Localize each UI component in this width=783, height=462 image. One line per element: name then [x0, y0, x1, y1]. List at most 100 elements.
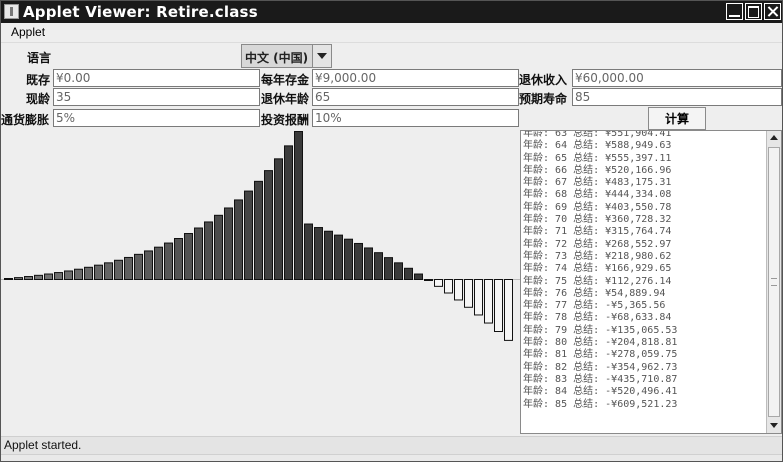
result-age-label: 年龄:	[523, 250, 556, 262]
result-total: ¥112,276.14	[605, 275, 672, 287]
result-total: ¥166,929.65	[605, 263, 672, 275]
bar-age-75	[404, 267, 413, 281]
bar-age-59	[244, 190, 253, 280]
bar-age-72	[374, 252, 383, 280]
retirement-income-field[interactable]: ¥60,000.00	[572, 69, 782, 87]
menu-applet[interactable]: Applet	[11, 25, 45, 39]
investment-return-field[interactable]: 10%	[312, 109, 519, 127]
savings-field[interactable]: ¥0.00	[53, 69, 260, 87]
bar-age-40	[54, 272, 63, 281]
result-total-label: 总结:	[573, 398, 606, 410]
bar-age-43	[84, 266, 93, 281]
result-age: 72	[555, 238, 574, 250]
java-app-icon[interactable]	[4, 4, 19, 19]
result-total: -¥354,962.73	[605, 361, 678, 373]
minimize-icon[interactable]	[726, 3, 743, 20]
scroll-thumb[interactable]	[768, 147, 780, 417]
result-line: 年龄: 76 总结: ¥54,889.94	[523, 288, 763, 300]
result-age-label: 年龄:	[523, 189, 556, 201]
bar-age-58	[234, 199, 243, 280]
bar-age-77	[424, 279, 433, 281]
bar-age-61	[264, 170, 273, 280]
bar-age-47	[124, 256, 133, 280]
result-line: 年龄: 85 总结: -¥609,521.23	[523, 399, 763, 411]
language-combo[interactable]: 中文 (中国)	[241, 44, 332, 68]
bar-age-63	[284, 145, 293, 281]
result-total: ¥54,889.94	[605, 287, 666, 299]
vertical-scrollbar[interactable]	[766, 131, 781, 433]
bar-age-37	[24, 276, 33, 280]
result-age: 83	[555, 373, 574, 385]
bar-age-68	[334, 234, 343, 280]
bar-age-85	[504, 279, 513, 341]
bar-age-55	[204, 221, 213, 281]
bar-age-54	[194, 227, 203, 280]
bar-age-83	[484, 279, 493, 324]
bar-age-78	[434, 279, 443, 287]
title-bar[interactable]: Applet Viewer: Retire.class	[1, 1, 782, 23]
result-total: -¥520,496.41	[605, 386, 678, 398]
result-total-label: 总结:	[573, 130, 606, 139]
result-total-label: 总结:	[573, 386, 606, 398]
result-line: 年龄: 73 总结: ¥218,980.62	[523, 251, 763, 263]
bar-age-46	[114, 259, 123, 280]
result-age-label: 年龄:	[523, 361, 556, 373]
result-age: 84	[555, 386, 574, 398]
result-age: 66	[555, 164, 574, 176]
result-line: 年龄: 70 总结: ¥360,728.32	[523, 214, 763, 226]
result-total-label: 总结:	[573, 177, 606, 189]
result-age-label: 年龄:	[523, 152, 556, 164]
result-age-label: 年龄:	[523, 177, 556, 189]
bar-age-70	[354, 242, 363, 280]
annual-contribution-field[interactable]: ¥9,000.00	[312, 69, 519, 87]
bar-age-84	[494, 279, 503, 332]
result-age: 68	[555, 189, 574, 201]
result-line: 年龄: 66 总结: ¥520,166.96	[523, 165, 763, 177]
window-title: Applet Viewer: Retire.class	[23, 3, 258, 21]
result-age-label: 年龄:	[523, 324, 556, 336]
bar-age-44	[94, 264, 103, 280]
result-age: 71	[555, 226, 574, 238]
chevron-down-icon[interactable]	[312, 45, 331, 67]
savings-bar-chart	[1, 130, 521, 438]
result-total-label: 总结:	[573, 238, 606, 250]
scroll-up-icon[interactable]	[767, 131, 781, 145]
result-age: 82	[555, 361, 574, 373]
status-bar: Applet started.	[1, 436, 782, 454]
life-expectancy-label: 预期寿命	[519, 92, 568, 106]
maximize-icon[interactable]	[745, 3, 762, 20]
result-line: 年龄: 65 总结: ¥555,397.11	[523, 153, 763, 165]
result-age: 80	[555, 337, 574, 349]
compute-button[interactable]: 计算	[648, 107, 706, 130]
result-line: 年龄: 63 总结: ¥551,904.41	[523, 130, 763, 140]
result-total: ¥315,764.74	[605, 226, 672, 238]
bar-age-39	[44, 273, 53, 280]
result-age-label: 年龄:	[523, 130, 556, 139]
result-line: 年龄: 84 总结: -¥520,496.41	[523, 386, 763, 398]
result-age: 79	[555, 324, 574, 336]
life-expectancy-field[interactable]: 85	[572, 88, 782, 106]
result-age-label: 年龄:	[523, 312, 556, 324]
bar-age-45	[104, 262, 113, 281]
language-label: 语言	[27, 51, 52, 65]
current-age-field[interactable]: 35	[53, 88, 260, 106]
bar-age-42	[74, 268, 83, 281]
result-line: 年龄: 67 总结: ¥483,175.31	[523, 177, 763, 189]
retirement-age-field[interactable]: 65	[312, 88, 519, 106]
result-age: 67	[555, 177, 574, 189]
retirement-income-label: 退休收入	[519, 73, 568, 87]
result-age-label: 年龄:	[523, 164, 556, 176]
scroll-down-icon[interactable]	[767, 419, 781, 433]
result-line: 年龄: 78 总结: -¥68,633.84	[523, 312, 763, 324]
bar-age-53	[184, 233, 193, 280]
bar-age-62	[274, 158, 283, 280]
results-text-area[interactable]: 年龄: 63 总结: ¥551,904.41 年龄: 64 总结: ¥588,94…	[520, 130, 782, 434]
result-age: 74	[555, 263, 574, 275]
close-icon[interactable]	[764, 3, 781, 20]
inflation-field[interactable]: 5%	[53, 109, 260, 127]
bar-age-74	[394, 262, 403, 281]
result-total-label: 总结:	[573, 250, 606, 262]
result-total-label: 总结:	[573, 287, 606, 299]
result-age: 81	[555, 349, 574, 361]
result-age-label: 年龄:	[523, 287, 556, 299]
